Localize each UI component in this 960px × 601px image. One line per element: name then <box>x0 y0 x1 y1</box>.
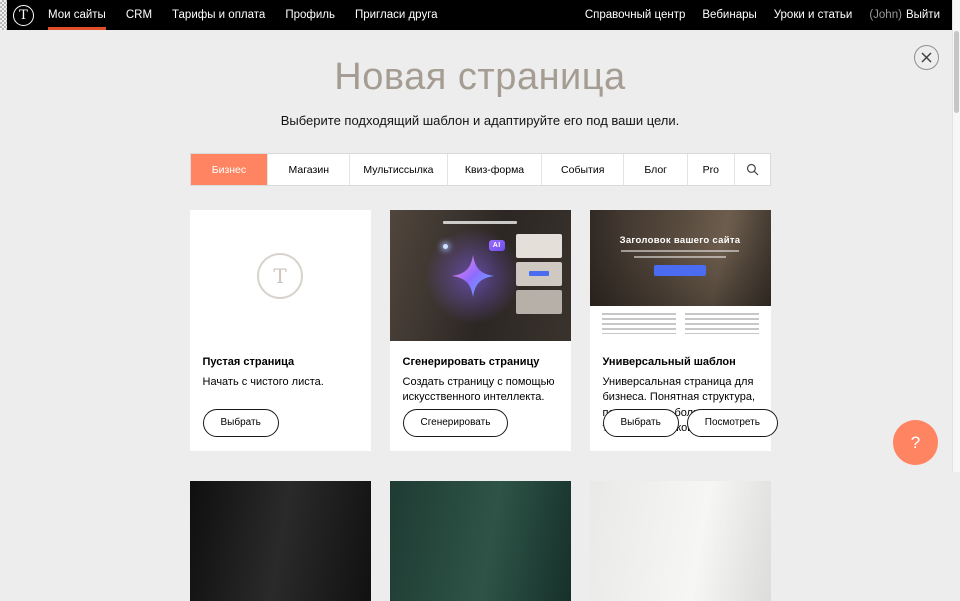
choose-universal-button[interactable]: Выбрать <box>603 409 679 437</box>
tab-pro[interactable]: Pro <box>687 154 733 185</box>
choose-blank-button[interactable]: Выбрать <box>203 409 279 437</box>
nav-invite-friend[interactable]: Пригласи друга <box>355 0 438 30</box>
window-edge-texture <box>0 0 7 30</box>
tilda-mark-icon: T <box>257 253 303 299</box>
new-page-dialog: Новая страница Выберите подходящий шабло… <box>0 56 960 601</box>
nav-lessons[interactable]: Уроки и статьи <box>774 0 853 30</box>
template-card-blank: T Пустая страница Начать с чистого листа… <box>190 210 371 451</box>
tab-multilink[interactable]: Мультиссылка <box>349 154 447 185</box>
close-icon <box>921 52 932 63</box>
ai-sparkle-icon <box>450 253 496 299</box>
nav-webinars[interactable]: Вебинары <box>702 0 756 30</box>
topbar: T Мои сайты CRM Тарифы и оплата Профиль … <box>0 0 960 30</box>
nav-crm[interactable]: CRM <box>126 0 152 30</box>
preview-title-placeholder <box>443 221 517 224</box>
preview-panel <box>516 234 562 258</box>
preview-blue-button <box>529 271 549 276</box>
tab-business[interactable]: Бизнес <box>191 154 268 185</box>
card-actions: Выбрать <box>203 409 279 437</box>
universal-template-preview[interactable]: Заголовок вашего сайта <box>590 210 771 341</box>
user-logout[interactable]: (John) Выйти <box>869 0 940 30</box>
preview-text-column <box>685 313 759 334</box>
nav-tariffs[interactable]: Тарифы и оплата <box>172 0 265 30</box>
blank-page-preview[interactable]: T <box>190 210 371 341</box>
tab-events[interactable]: События <box>541 154 623 185</box>
preview-hero-heading: Заголовок вашего сайта <box>590 210 771 246</box>
tab-quiz-form[interactable]: Квиз-форма <box>447 154 542 185</box>
card-description: Начать с чистого листа. <box>203 375 358 390</box>
nav-my-sites[interactable]: Мои сайты <box>48 0 106 30</box>
card-actions: Выбрать Посмотреть <box>603 409 778 437</box>
close-button[interactable] <box>914 45 939 70</box>
card-description: Создать страницу с помощью искусственног… <box>403 375 558 406</box>
card-body: Сгенерировать страницу Создать страницу … <box>390 341 571 406</box>
help-button[interactable]: ? <box>893 420 938 465</box>
ai-generate-preview[interactable]: AI <box>390 210 571 341</box>
card-title: Универсальный шаблон <box>603 356 758 368</box>
preview-panel <box>516 290 562 314</box>
logout-link[interactable]: Выйти <box>906 9 940 21</box>
search-icon <box>746 163 759 176</box>
template-card-ai-generate: AI Сгенерировать страницу Создать страни… <box>390 210 571 451</box>
template-card[interactable] <box>190 481 371 601</box>
card-actions: Сгенерировать <box>403 409 509 437</box>
tilda-logo[interactable]: T <box>13 5 34 26</box>
page-title: Новая страница <box>0 56 960 99</box>
template-category-tabs: Бизнес Магазин Мультиссылка Квиз-форма С… <box>190 153 771 186</box>
sparkle-dot <box>443 244 448 249</box>
preview-cta-button <box>654 265 706 276</box>
template-card[interactable] <box>590 481 771 601</box>
template-grid-next-row <box>190 481 771 601</box>
tilda-logo-letter: T <box>19 9 28 22</box>
view-universal-button[interactable]: Посмотреть <box>687 409 778 437</box>
scrollbar-thumb[interactable] <box>954 31 959 113</box>
tab-search[interactable] <box>734 154 770 185</box>
preview-text-placeholder <box>634 256 726 258</box>
template-card-universal: Заголовок вашего сайта Универсальный шаб… <box>590 210 771 451</box>
preview-text-column <box>602 313 676 334</box>
ai-badge: AI <box>489 240 505 251</box>
nav-profile[interactable]: Профиль <box>285 0 335 30</box>
secondary-nav: Справочный центр Вебинары Уроки и статьи… <box>568 0 940 30</box>
user-name: (John) <box>869 9 902 21</box>
tilda-mark-letter: T <box>273 264 286 288</box>
main-nav: Мои сайты CRM Тарифы и оплата Профиль Пр… <box>48 0 458 30</box>
generate-button[interactable]: Сгенерировать <box>403 409 509 437</box>
card-title: Пустая страница <box>203 356 358 368</box>
card-title: Сгенерировать страницу <box>403 356 558 368</box>
template-grid: T Пустая страница Начать с чистого листа… <box>190 210 771 451</box>
tab-blog[interactable]: Блог <box>623 154 687 185</box>
nav-help-center[interactable]: Справочный центр <box>585 0 686 30</box>
scrollbar[interactable] <box>952 0 960 472</box>
card-body: Пустая страница Начать с чистого листа. <box>190 341 371 390</box>
tab-shop[interactable]: Магазин <box>267 154 349 185</box>
template-card[interactable] <box>390 481 571 601</box>
page-subtitle: Выберите подходящий шаблон и адаптируйте… <box>0 113 960 128</box>
preview-text-placeholder <box>621 250 739 252</box>
help-button-label: ? <box>911 433 920 453</box>
preview-hero: Заголовок вашего сайта <box>590 210 771 306</box>
preview-text-section <box>590 306 771 341</box>
